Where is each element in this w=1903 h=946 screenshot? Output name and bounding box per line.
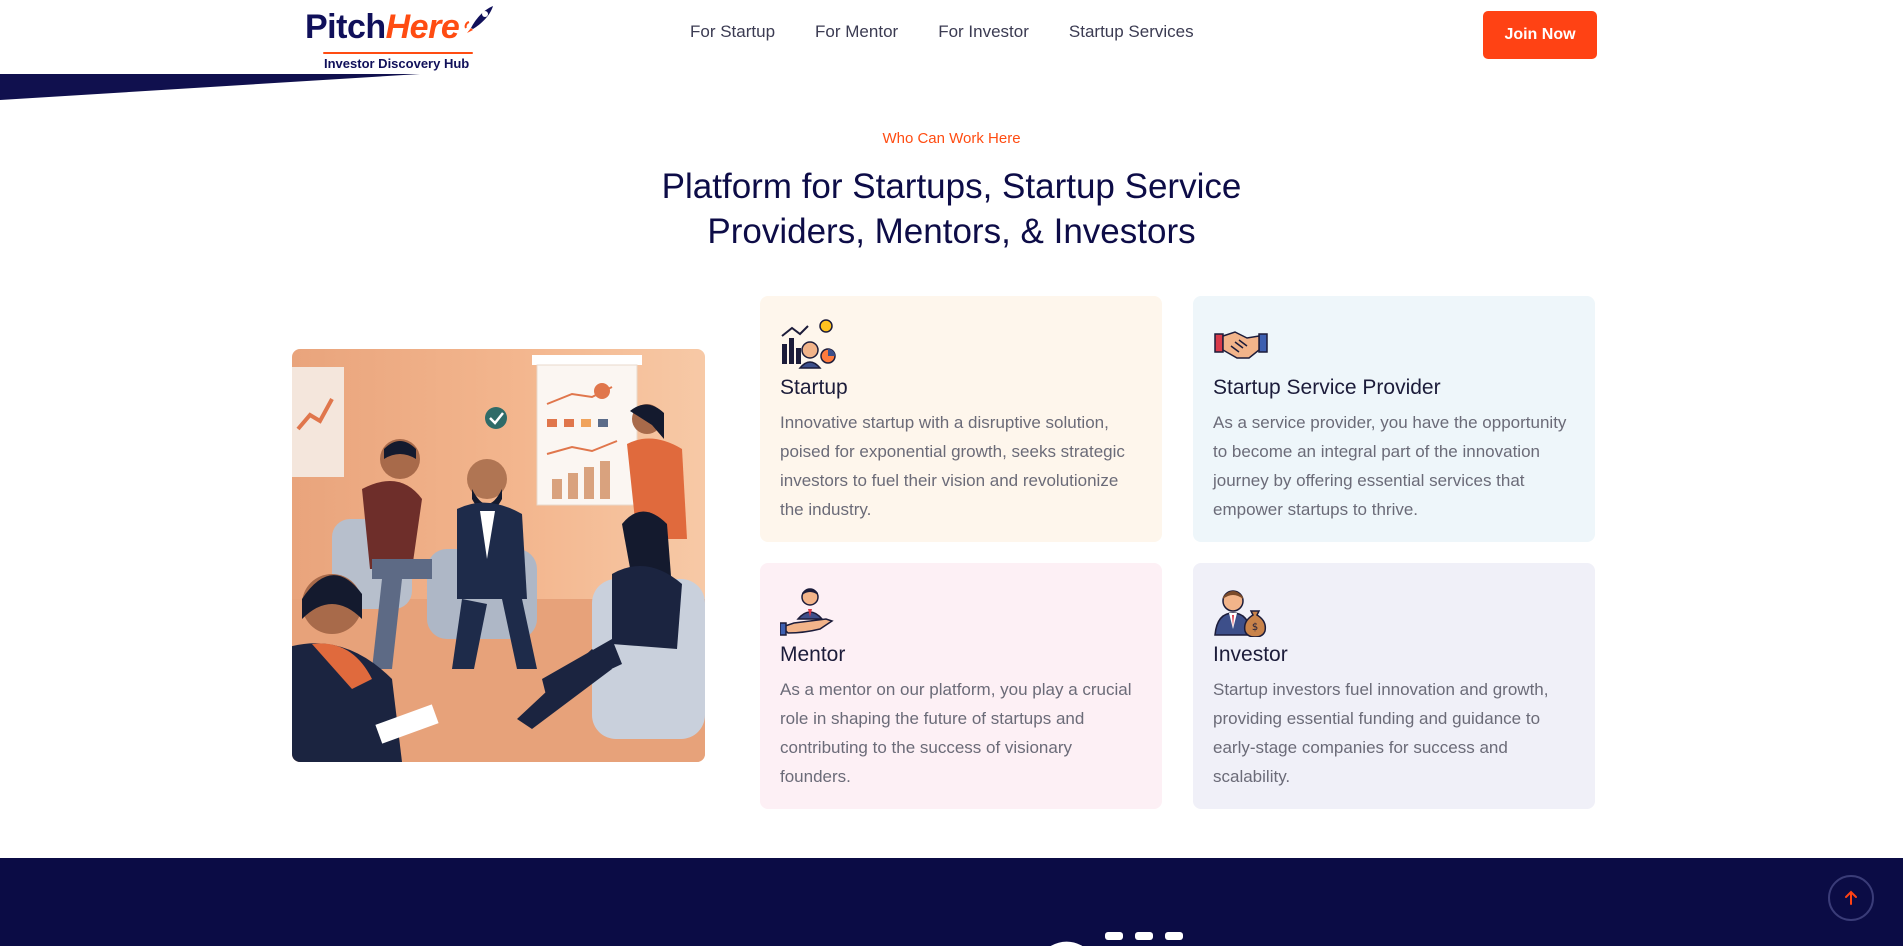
nav-for-investor[interactable]: For Investor	[938, 22, 1029, 42]
investor-moneybag-icon: $	[1214, 590, 1267, 637]
card-title: Startup Service Provider	[1213, 376, 1441, 399]
logo[interactable]: PitchHere Investor Discovery Hub	[305, 4, 495, 72]
section-title-line-2: Providers, Mentors, & Investors	[707, 212, 1196, 251]
card-startup: Startup Innovative startup with a disrup…	[760, 296, 1162, 542]
logo-underline	[323, 52, 473, 54]
card-description: As a service provider, you have the oppo…	[1213, 413, 1567, 519]
scroll-to-top-button[interactable]	[1828, 875, 1874, 921]
logo-tagline: Investor Discovery Hub	[324, 56, 470, 71]
card-service-provider: Startup Service Provider As a service pr…	[1193, 296, 1595, 542]
card-description: Startup investors fuel innovation and gr…	[1213, 680, 1549, 786]
card-description: As a mentor on our platform, you play a …	[780, 680, 1132, 786]
header-swoosh	[0, 74, 420, 100]
rocket-icon	[464, 6, 493, 33]
join-now-button[interactable]: Join Now	[1483, 11, 1597, 59]
section-title: Platform for Startups, Startup Service P…	[0, 164, 1903, 254]
card-title: Startup	[780, 376, 848, 399]
handshake-icon	[1214, 331, 1268, 359]
main-nav: For Startup For Mentor For Investor Star…	[690, 22, 1194, 42]
section-eyebrow: Who Can Work Here	[882, 130, 1021, 147]
card-title: Investor	[1213, 643, 1288, 666]
card-mentor: Mentor As a mentor on our platform, you …	[760, 563, 1162, 809]
card-investor: $ Investor Startup investors fuel innova…	[1193, 563, 1595, 809]
mentor-hand-icon	[780, 588, 834, 636]
nav-for-startup[interactable]: For Startup	[690, 22, 775, 42]
card-description: Innovative startup with a disruptive sol…	[780, 413, 1125, 519]
nav-startup-services[interactable]: Startup Services	[1069, 22, 1194, 42]
footer-band	[0, 858, 1903, 946]
nav-for-mentor[interactable]: For Mentor	[815, 22, 898, 42]
site-header: PitchHere Investor Discovery Hub For Sta…	[0, 0, 1903, 74]
card-title: Mentor	[780, 643, 846, 666]
svg-text:$: $	[1252, 622, 1258, 633]
logo-wordmark: PitchHere	[305, 8, 460, 46]
startup-growth-icon	[781, 319, 836, 369]
arrow-up-icon	[1845, 890, 1857, 905]
footer-decoration	[1050, 932, 1183, 946]
section-title-line-1: Platform for Startups, Startup Service	[661, 167, 1242, 206]
team-meeting-illustration	[292, 349, 705, 762]
